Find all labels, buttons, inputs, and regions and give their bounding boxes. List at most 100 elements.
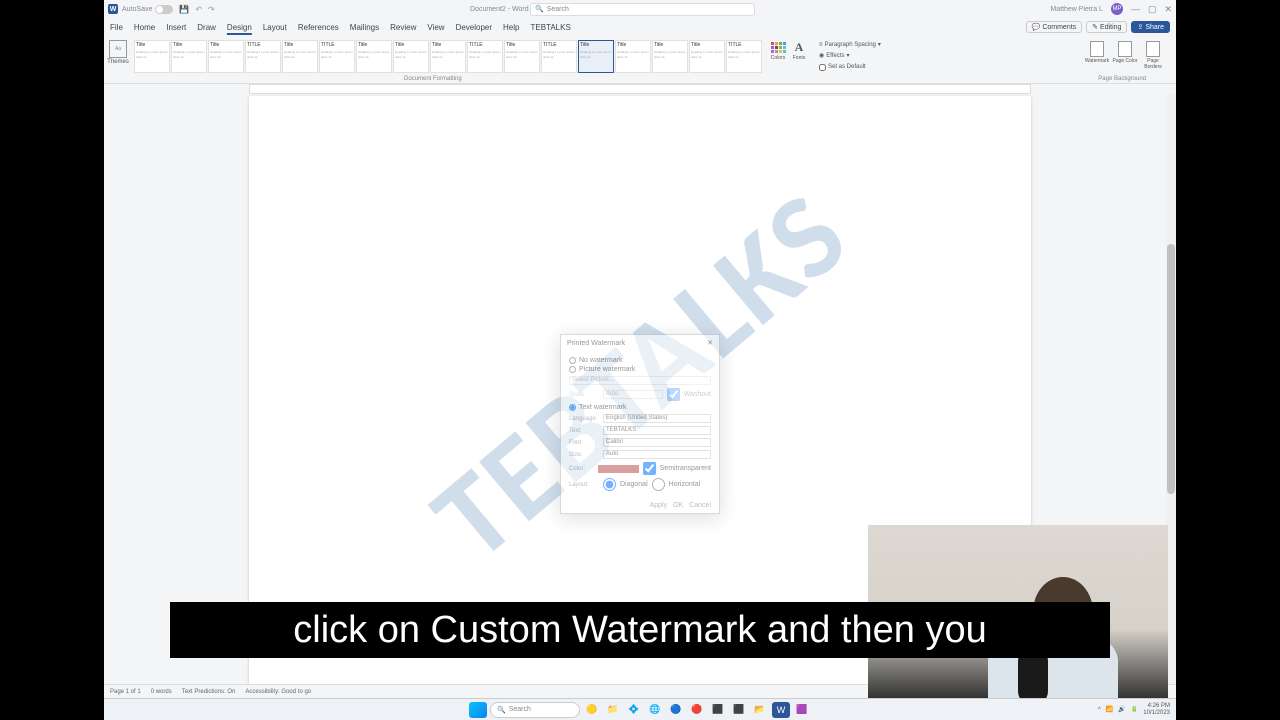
select-picture-button[interactable]: Select Picture... (569, 376, 711, 385)
tab-design[interactable]: Design (227, 23, 252, 32)
tab-help[interactable]: Help (503, 23, 519, 32)
tray-battery-icon[interactable]: 🔋 (1131, 706, 1138, 713)
format-style-0[interactable]: TitleHeading 1 Lorem ipsum dolor sit (134, 40, 170, 73)
colors-button[interactable]: Colors (768, 40, 788, 81)
watermark-button[interactable]: Watermark (1084, 40, 1110, 81)
word-count[interactable]: 0 words (151, 689, 172, 695)
radio-text-watermark[interactable]: Text watermark (569, 404, 711, 411)
tab-view[interactable]: View (427, 23, 444, 32)
task-copilot[interactable]: 💠 (625, 702, 643, 718)
page-borders-button[interactable]: Page Borders (1140, 40, 1166, 81)
format-style-16[interactable]: TITLEHeading 1 Lorem ipsum dolor sit (726, 40, 762, 73)
text-predictions[interactable]: Text Predictions: On (182, 689, 236, 695)
text-input[interactable]: TEBTALKS (603, 426, 711, 435)
task-explorer[interactable]: 📁 (604, 702, 622, 718)
format-style-4[interactable]: TitleHeading 1 Lorem ipsum dolor sit (282, 40, 318, 73)
effects[interactable]: ◉ Effects ▾ (819, 51, 881, 61)
username[interactable]: Matthew Pietra L (1050, 6, 1103, 13)
format-style-7[interactable]: TitleHeading 1 Lorem ipsum dolor sit (393, 40, 429, 73)
search-box[interactable]: 🔍 Search (530, 3, 755, 16)
themes-button[interactable]: Aa Themes (104, 38, 132, 83)
ribbon: Aa Themes TitleHeading 1 Lorem ipsum dol… (104, 36, 1176, 84)
start-button[interactable] (469, 702, 487, 718)
close-button[interactable]: ✕ (1164, 4, 1172, 15)
comments-button[interactable]: 💬 Comments (1026, 21, 1083, 33)
task-app1[interactable]: ⬛ (709, 702, 727, 718)
page-color-button[interactable]: Page Color (1112, 40, 1138, 81)
tab-file[interactable]: File (110, 23, 123, 32)
minimize-button[interactable]: — (1131, 4, 1140, 14)
format-style-9[interactable]: TITLEHeading 1 Lorem ipsum dolor sit (467, 40, 503, 73)
video-caption: click on Custom Watermark and then you (170, 602, 1110, 658)
ruler[interactable] (104, 84, 1176, 94)
task-widgets[interactable]: 🟡 (583, 702, 601, 718)
apply-button[interactable]: Apply (650, 502, 668, 509)
tray-wifi-icon[interactable]: 📶 (1106, 706, 1113, 713)
tab-layout[interactable]: Layout (263, 23, 287, 32)
maximize-button[interactable]: ▢ (1148, 4, 1157, 15)
cancel-button[interactable]: Cancel (689, 502, 711, 509)
editing-button[interactable]: ✎ Editing (1086, 21, 1127, 33)
format-style-3[interactable]: TITLEHeading 1 Lorem ipsum dolor sit (245, 40, 281, 73)
task-word[interactable]: W (772, 702, 790, 718)
format-style-6[interactable]: TitleHeading 1 Lorem ipsum dolor sit (356, 40, 392, 73)
format-style-5[interactable]: TITLEHeading 1 Lorem ipsum dolor sit (319, 40, 355, 73)
ribbon-tabs: File Home Insert Draw Design Layout Refe… (104, 18, 1176, 36)
size-select[interactable]: Auto (603, 450, 711, 459)
tab-references[interactable]: References (298, 23, 339, 32)
format-style-1[interactable]: TitleHeading 1 Lorem ipsum dolor sit (171, 40, 207, 73)
redo-icon[interactable]: ↷ (208, 5, 215, 14)
tab-insert[interactable]: Insert (166, 23, 186, 32)
tab-tebtalks[interactable]: TEBTALKS (530, 23, 570, 32)
scroll-thumb[interactable] (1167, 244, 1175, 494)
fonts-button[interactable]: A Fonts (789, 40, 809, 81)
ok-button[interactable]: OK (673, 502, 683, 509)
paragraph-options: ≡ Paragraph Spacing ▾ ◉ Effects ▾ Set as… (815, 38, 885, 83)
language-select[interactable]: English (United States) (603, 414, 711, 423)
format-style-10[interactable]: TitleHeading 1 Lorem ipsum dolor sit (504, 40, 540, 73)
system-tray[interactable]: ^ 📶 🔊 🔋 4:26 PM 10/1/2023 (1098, 703, 1170, 717)
autosave-toggle[interactable] (155, 5, 173, 14)
quick-access-toolbar[interactable]: 💾 ↶ ↷ (179, 5, 214, 14)
tab-developer[interactable]: Developer (456, 23, 492, 32)
undo-icon[interactable]: ↶ (195, 5, 202, 14)
tray-date[interactable]: 10/1/2023 (1143, 710, 1170, 717)
tab-home[interactable]: Home (134, 23, 155, 32)
accessibility[interactable]: Accessibility: Good to go (245, 689, 311, 695)
radio-picture-watermark[interactable]: Picture watermark (569, 366, 711, 373)
color-swatch[interactable] (598, 465, 638, 473)
document-name: Document2 - Word (470, 6, 529, 13)
taskbar-search[interactable]: 🔍 Search (490, 702, 580, 718)
format-style-12[interactable]: TitleHeading 1 Lorem ipsum dolor sit (578, 40, 614, 73)
tray-time[interactable]: 4:26 PM (1143, 703, 1170, 710)
task-files[interactable]: 📂 (751, 702, 769, 718)
tab-mailings[interactable]: Mailings (350, 23, 379, 32)
share-button[interactable]: ⇪ Share (1131, 21, 1170, 33)
set-as-default[interactable]: Set as Default (819, 62, 881, 72)
task-chrome[interactable]: 🔵 (667, 702, 685, 718)
task-app2[interactable]: ⬛ (730, 702, 748, 718)
search-icon: 🔍 (535, 5, 544, 13)
tab-review[interactable]: Review (390, 23, 416, 32)
tray-chevron-icon[interactable]: ^ (1098, 707, 1101, 713)
autosave[interactable]: AutoSave (122, 5, 173, 14)
tray-volume-icon[interactable]: 🔊 (1118, 706, 1125, 713)
format-style-15[interactable]: TitleHeading 1 Lorem ipsum dolor sit (689, 40, 725, 73)
format-style-13[interactable]: TitleHeading 1 Lorem ipsum dolor sit (615, 40, 651, 73)
format-style-8[interactable]: TitleHeading 1 Lorem ipsum dolor sit (430, 40, 466, 73)
tab-draw[interactable]: Draw (197, 23, 216, 32)
format-style-14[interactable]: TitleHeading 1 Lorem ipsum dolor sit (652, 40, 688, 73)
paragraph-spacing[interactable]: ≡ Paragraph Spacing ▾ (819, 40, 881, 50)
taskbar[interactable]: 🔍 Search 🟡 📁 💠 🌐 🔵 🔴 ⬛ ⬛ 📂 W 🟪 ^ 📶 🔊 🔋 4… (104, 698, 1176, 720)
task-youtube[interactable]: 🔴 (688, 702, 706, 718)
font-select[interactable]: Calibri (603, 438, 711, 447)
page-count[interactable]: Page 1 of 1 (110, 689, 141, 695)
save-icon[interactable]: 💾 (179, 5, 189, 14)
avatar[interactable]: MP (1111, 3, 1123, 15)
format-style-11[interactable]: TITLEHeading 1 Lorem ipsum dolor sit (541, 40, 577, 73)
task-app3[interactable]: 🟪 (793, 702, 811, 718)
dialog-close-icon[interactable]: ✕ (707, 339, 713, 347)
radio-no-watermark[interactable]: No watermark (569, 357, 711, 364)
task-edge[interactable]: 🌐 (646, 702, 664, 718)
format-style-2[interactable]: TitleHeading 1 Lorem ipsum dolor sit (208, 40, 244, 73)
